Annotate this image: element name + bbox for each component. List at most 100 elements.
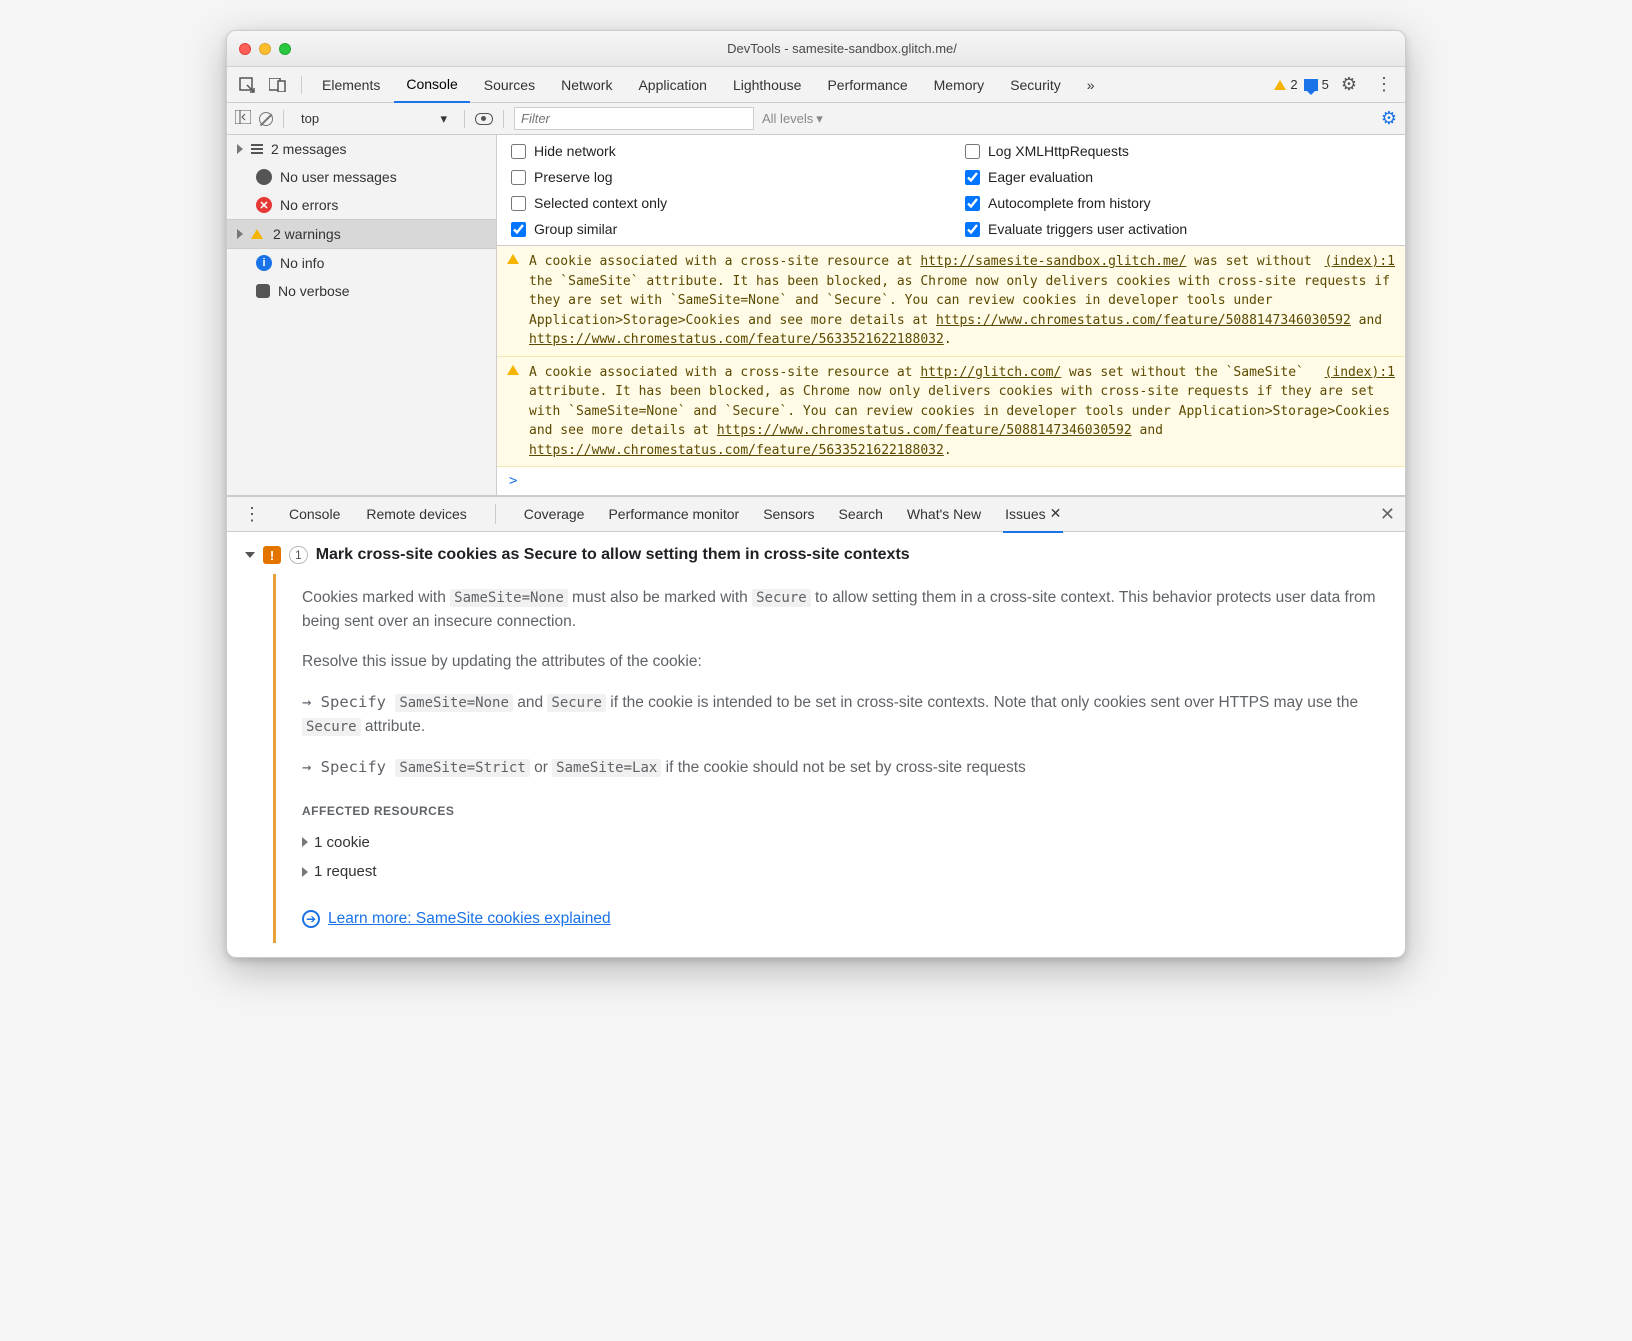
sidebar-errors[interactable]: ✕No errors xyxy=(227,191,496,219)
external-link-icon: ➔ xyxy=(302,910,320,928)
clear-console-icon[interactable] xyxy=(259,112,273,126)
close-tab-icon[interactable]: ✕ xyxy=(1050,505,1062,522)
drawer-tab-whats-new[interactable]: What's New xyxy=(905,496,983,532)
tab-console[interactable]: Console xyxy=(394,67,469,103)
feature-link[interactable]: https://www.chromestatus.com/feature/508… xyxy=(717,423,1132,438)
bug-icon xyxy=(256,284,270,298)
console-settings-panel: Hide network Preserve log Selected conte… xyxy=(497,135,1405,246)
dropdown-icon: ▾ xyxy=(440,111,447,127)
more-menu-icon[interactable]: ⋮ xyxy=(1369,74,1399,95)
feature-link[interactable]: https://www.chromestatus.com/feature/563… xyxy=(529,443,944,458)
warning-icon xyxy=(251,229,263,239)
console-toolbar: top▾ All levels ▾ ⚙ xyxy=(227,103,1405,135)
main-tabs: Elements Console Sources Network Applica… xyxy=(227,67,1405,103)
info-icon: i xyxy=(256,255,272,271)
issue-suggestion: → Specify SameSite=Strict or SameSite=La… xyxy=(302,755,1387,780)
sidebar-info[interactable]: iNo info xyxy=(227,249,496,277)
console-content: Hide network Preserve log Selected conte… xyxy=(497,135,1405,495)
zoom-icon[interactable] xyxy=(279,43,291,55)
drawer-tab-sensors[interactable]: Sensors xyxy=(761,496,816,532)
affected-cookie[interactable]: 1 cookie xyxy=(302,831,1387,854)
issue-count-badge: 1 xyxy=(289,546,308,564)
group-similar-checkbox[interactable]: Group similar xyxy=(511,221,937,237)
tab-lighthouse[interactable]: Lighthouse xyxy=(721,67,814,103)
eager-eval-checkbox[interactable]: Eager evaluation xyxy=(965,169,1391,185)
collapse-icon xyxy=(245,552,255,558)
resource-link[interactable]: http://glitch.com/ xyxy=(920,365,1061,380)
console-warning: (index):1 A cookie associated with a cro… xyxy=(497,246,1405,357)
feature-link[interactable]: https://www.chromestatus.com/feature/508… xyxy=(936,313,1351,328)
expand-icon xyxy=(237,144,243,154)
live-expression-icon[interactable] xyxy=(475,113,493,125)
drawer-tab-performance-monitor[interactable]: Performance monitor xyxy=(606,496,741,532)
expand-icon xyxy=(302,837,308,847)
issue-body: Cookies marked with SameSite=None must a… xyxy=(273,574,1387,943)
toggle-sidebar-icon[interactable] xyxy=(235,110,251,127)
preserve-log-checkbox[interactable]: Preserve log xyxy=(511,169,937,185)
separator xyxy=(283,110,284,128)
sidebar-warnings[interactable]: 2 warnings xyxy=(227,219,496,249)
drawer-tab-search[interactable]: Search xyxy=(837,496,885,532)
resource-link[interactable]: http://samesite-sandbox.glitch.me/ xyxy=(920,254,1186,269)
issue-description: Cookies marked with SameSite=None must a… xyxy=(302,586,1387,634)
list-icon xyxy=(251,144,263,154)
tab-elements[interactable]: Elements xyxy=(310,67,392,103)
drawer-tabs: ⋮ Console Remote devices Coverage Perfor… xyxy=(227,496,1405,532)
warning-icon xyxy=(507,254,519,264)
minimize-icon[interactable] xyxy=(259,43,271,55)
console-settings-icon[interactable]: ⚙ xyxy=(1381,108,1397,129)
warning-source-link[interactable]: (index):1 xyxy=(1325,252,1395,272)
tab-sources[interactable]: Sources xyxy=(472,67,547,103)
tab-network[interactable]: Network xyxy=(549,67,624,103)
log-xhr-checkbox[interactable]: Log XMLHttpRequests xyxy=(965,143,1391,159)
issue-panel: ! 1 Mark cross-site cookies as Secure to… xyxy=(227,532,1405,957)
console-prompt[interactable]: > xyxy=(497,467,1405,495)
warning-icon xyxy=(507,365,519,375)
issues-badge[interactable]: 5 xyxy=(1304,77,1329,92)
dropdown-icon: ▾ xyxy=(816,111,823,127)
separator xyxy=(495,504,496,524)
affected-request[interactable]: 1 request xyxy=(302,860,1387,883)
selected-context-checkbox[interactable]: Selected context only xyxy=(511,195,937,211)
tabs-overflow[interactable]: » xyxy=(1075,67,1107,103)
settings-gear-icon[interactable]: ⚙ xyxy=(1335,74,1363,95)
autocomplete-checkbox[interactable]: Autocomplete from history xyxy=(965,195,1391,211)
user-icon xyxy=(256,169,272,185)
learn-more-link[interactable]: Learn more: SameSite cookies explained xyxy=(328,907,611,931)
issue-suggestion: → Specify SameSite=None and Secure if th… xyxy=(302,690,1387,739)
device-toggle-icon[interactable] xyxy=(263,74,293,96)
issue-title: Mark cross-site cookies as Secure to all… xyxy=(316,546,910,564)
separator xyxy=(464,110,465,128)
inspect-icon[interactable] xyxy=(233,73,261,97)
separator xyxy=(301,76,302,94)
hide-network-checkbox[interactable]: Hide network xyxy=(511,143,937,159)
user-activation-checkbox[interactable]: Evaluate triggers user activation xyxy=(965,221,1391,237)
warnings-badge[interactable]: 2 xyxy=(1274,77,1297,92)
warning-source-link[interactable]: (index):1 xyxy=(1325,363,1395,383)
tab-performance[interactable]: Performance xyxy=(815,67,919,103)
close-drawer-icon[interactable]: ✕ xyxy=(1380,504,1395,525)
feature-link[interactable]: https://www.chromestatus.com/feature/563… xyxy=(529,332,944,347)
window-title: DevTools - samesite-sandbox.glitch.me/ xyxy=(291,41,1393,56)
sidebar-messages[interactable]: 2 messages xyxy=(227,135,496,163)
drawer-tab-coverage[interactable]: Coverage xyxy=(522,496,587,532)
sidebar-verbose[interactable]: No verbose xyxy=(227,277,496,305)
issue-severity-icon: ! xyxy=(263,546,281,564)
log-levels-selector[interactable]: All levels ▾ xyxy=(762,111,823,127)
close-icon[interactable] xyxy=(239,43,251,55)
tab-security[interactable]: Security xyxy=(998,67,1073,103)
tab-memory[interactable]: Memory xyxy=(922,67,997,103)
context-selector[interactable]: top▾ xyxy=(294,108,454,130)
drawer-tab-remote[interactable]: Remote devices xyxy=(364,496,468,532)
drawer-tab-issues[interactable]: Issues ✕ xyxy=(1003,497,1063,533)
issue-header[interactable]: ! 1 Mark cross-site cookies as Secure to… xyxy=(245,546,1387,564)
tab-application[interactable]: Application xyxy=(626,67,719,103)
sidebar-user-messages[interactable]: No user messages xyxy=(227,163,496,191)
filter-input[interactable] xyxy=(514,107,754,130)
warning-icon xyxy=(1274,80,1286,90)
drawer-tab-console[interactable]: Console xyxy=(287,496,342,532)
window-controls xyxy=(239,43,291,55)
learn-more: ➔ Learn more: SameSite cookies explained xyxy=(302,907,1387,931)
message-icon xyxy=(1304,79,1318,91)
drawer-menu-icon[interactable]: ⋮ xyxy=(237,504,267,525)
